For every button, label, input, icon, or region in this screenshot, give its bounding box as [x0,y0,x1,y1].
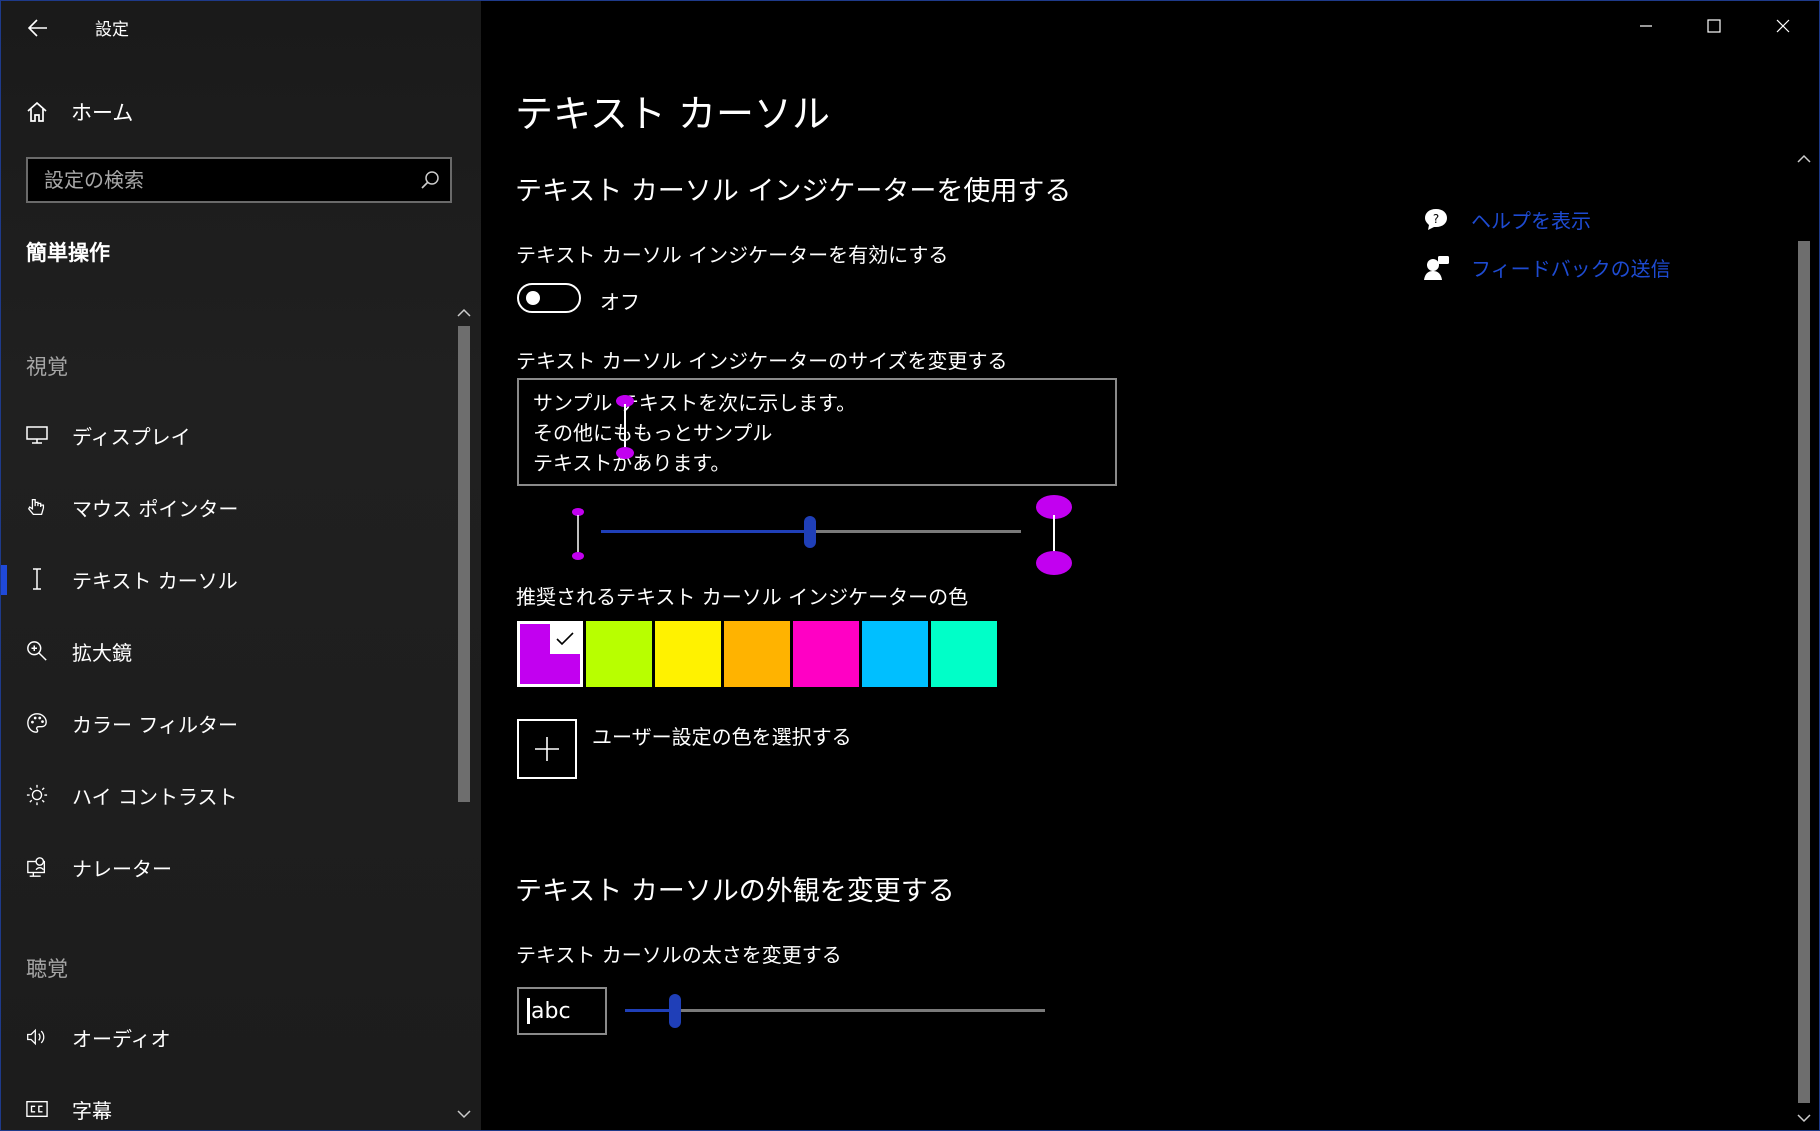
narrator-icon [26,856,48,878]
sidebar-item-label: マウス ポインター [72,496,239,521]
feedback-person-icon [1424,255,1449,280]
toggle-knob [526,291,540,305]
indicator-toggle[interactable] [517,283,581,313]
slider-track [811,530,1021,533]
chevron-up-icon [1797,154,1811,163]
sidebar-item-label: テキスト カーソル [72,568,238,593]
color-swatch-teal[interactable] [931,621,997,687]
search-input[interactable] [28,167,410,193]
palette-icon [26,712,48,734]
main-scroll-up[interactable] [1797,149,1811,168]
minimize-button[interactable] [1621,9,1671,43]
cursor-thickness-label: テキスト カーソルの太さを変更する [516,943,842,967]
help-link-row[interactable]: ? ヘルプを表示 [1423,205,1591,234]
custom-color-label: ユーザー設定の色を選択する [592,725,852,749]
color-swatch-lime[interactable] [586,621,652,687]
slider-fill [601,530,811,533]
indicator-size-label: テキスト カーソル インジケーターのサイズを変更する [516,349,1008,373]
maximize-button[interactable] [1689,9,1739,43]
help-chat-icon: ? [1425,208,1447,230]
search-box[interactable] [26,157,452,203]
slider-thumb[interactable] [669,994,681,1028]
color-swatch-purple[interactable] [517,621,583,687]
enable-indicator-label: テキスト カーソル インジケーターを有効にする [516,243,949,267]
thickness-preview: abc [517,987,607,1035]
indicator-size-slider[interactable] [601,516,1021,548]
sidebar-item-color-filters[interactable]: カラー フィルター [1,695,461,751]
sidebar-item-label: オーディオ [72,1026,171,1051]
slider-track [675,1009,1045,1012]
plus-icon [535,737,559,761]
color-swatch-pink[interactable] [793,621,859,687]
cursor-thickness-slider[interactable] [625,991,1045,1031]
closed-caption-icon [26,1098,48,1120]
feedback-link[interactable]: フィードバックの送信 [1471,253,1671,282]
sidebar-item-display[interactable]: ディスプレイ [1,407,461,463]
slider-thumb[interactable] [804,516,816,548]
page-title: テキスト カーソル [515,92,830,136]
sidebar-item-mouse-pointer[interactable]: マウス ポインター [1,479,461,535]
home-icon [27,101,47,122]
brightness-icon [26,784,48,806]
appearance-heading: テキスト カーソルの外観を変更する [515,876,955,907]
search-icon [421,171,439,189]
main-content: テキスト カーソル テキスト カーソル インジケーターを使用する テキスト カー… [481,1,1818,1130]
monitor-icon [26,424,48,446]
minimize-icon [1640,25,1652,27]
section-title: 簡単操作 [26,241,110,265]
sidebar-item-magnifier[interactable]: 拡大鏡 [1,623,461,679]
close-icon [1776,19,1790,33]
mouse-pointer-icon [26,496,48,518]
sidebar-item-label: ディスプレイ [72,424,191,449]
sidebar-item-captions[interactable]: 字幕 [1,1081,461,1130]
toggle-state-label: オフ [600,290,640,314]
slider-fill [625,1009,675,1012]
chevron-down-icon [1797,1114,1811,1123]
main-scroll-down[interactable] [1797,1108,1811,1127]
sidebar-scroll-up[interactable] [457,303,471,322]
app-title: 設定 [95,20,129,40]
home-nav-item[interactable]: ホーム [25,97,133,127]
sidebar-item-narrator[interactable]: ナレーター [1,839,461,895]
help-link[interactable]: ヘルプを表示 [1471,205,1591,234]
group-label-hearing: 聴覚 [26,957,68,981]
close-button[interactable] [1758,9,1808,43]
sidebar-item-high-contrast[interactable]: ハイ コントラスト [1,767,461,823]
color-swatches [517,621,1000,687]
feedback-link-row[interactable]: フィードバックの送信 [1423,253,1671,282]
custom-color-button[interactable] [517,719,577,779]
indicator-colors-label: 推奨されるテキスト カーソル インジケーターの色 [516,585,969,609]
group-label-vision: 視覚 [26,355,68,379]
small-indicator-icon [572,508,584,560]
sidebar-item-label: 字幕 [72,1098,112,1123]
sidebar-item-audio[interactable]: オーディオ [1,1009,461,1065]
chevron-up-icon [457,308,471,317]
sidebar-item-text-cursor[interactable]: テキスト カーソル [1,551,461,607]
home-label: ホーム [71,101,134,125]
sidebar-item-label: カラー フィルター [72,712,238,737]
back-arrow-icon [28,19,47,37]
cursor-caret [527,998,530,1024]
indicator-heading: テキスト カーソル インジケーターを使用する [515,176,1072,207]
indicator-preview: サンプル テキストを次に示します。 その他にももっとサンプル テキストがあります… [517,378,1117,486]
checkmark-icon [550,624,580,654]
maximize-icon [1707,19,1721,33]
sidebar-item-label: 拡大鏡 [72,640,132,665]
sidebar: 設定 ホーム 簡単操作 視覚 ディスプレイ マウス ポインター テキスト カーソ… [1,1,481,1130]
thickness-preview-text: abc [531,998,571,1024]
color-swatch-blue[interactable] [862,621,928,687]
sidebar-item-label: ハイ コントラスト [72,784,238,809]
color-swatch-yellow[interactable] [655,621,721,687]
text-cursor-icon [26,568,48,590]
large-indicator-icon [1036,495,1072,575]
sidebar-item-label: ナレーター [72,856,172,881]
svg-text:?: ? [1433,212,1439,226]
preview-cursor-indicator [616,395,634,459]
main-scrollbar-thumb[interactable] [1798,241,1810,1103]
speaker-icon [26,1026,48,1048]
search-button[interactable] [410,170,450,190]
back-button[interactable] [21,11,55,45]
magnifier-icon [26,640,48,662]
color-swatch-orange[interactable] [724,621,790,687]
